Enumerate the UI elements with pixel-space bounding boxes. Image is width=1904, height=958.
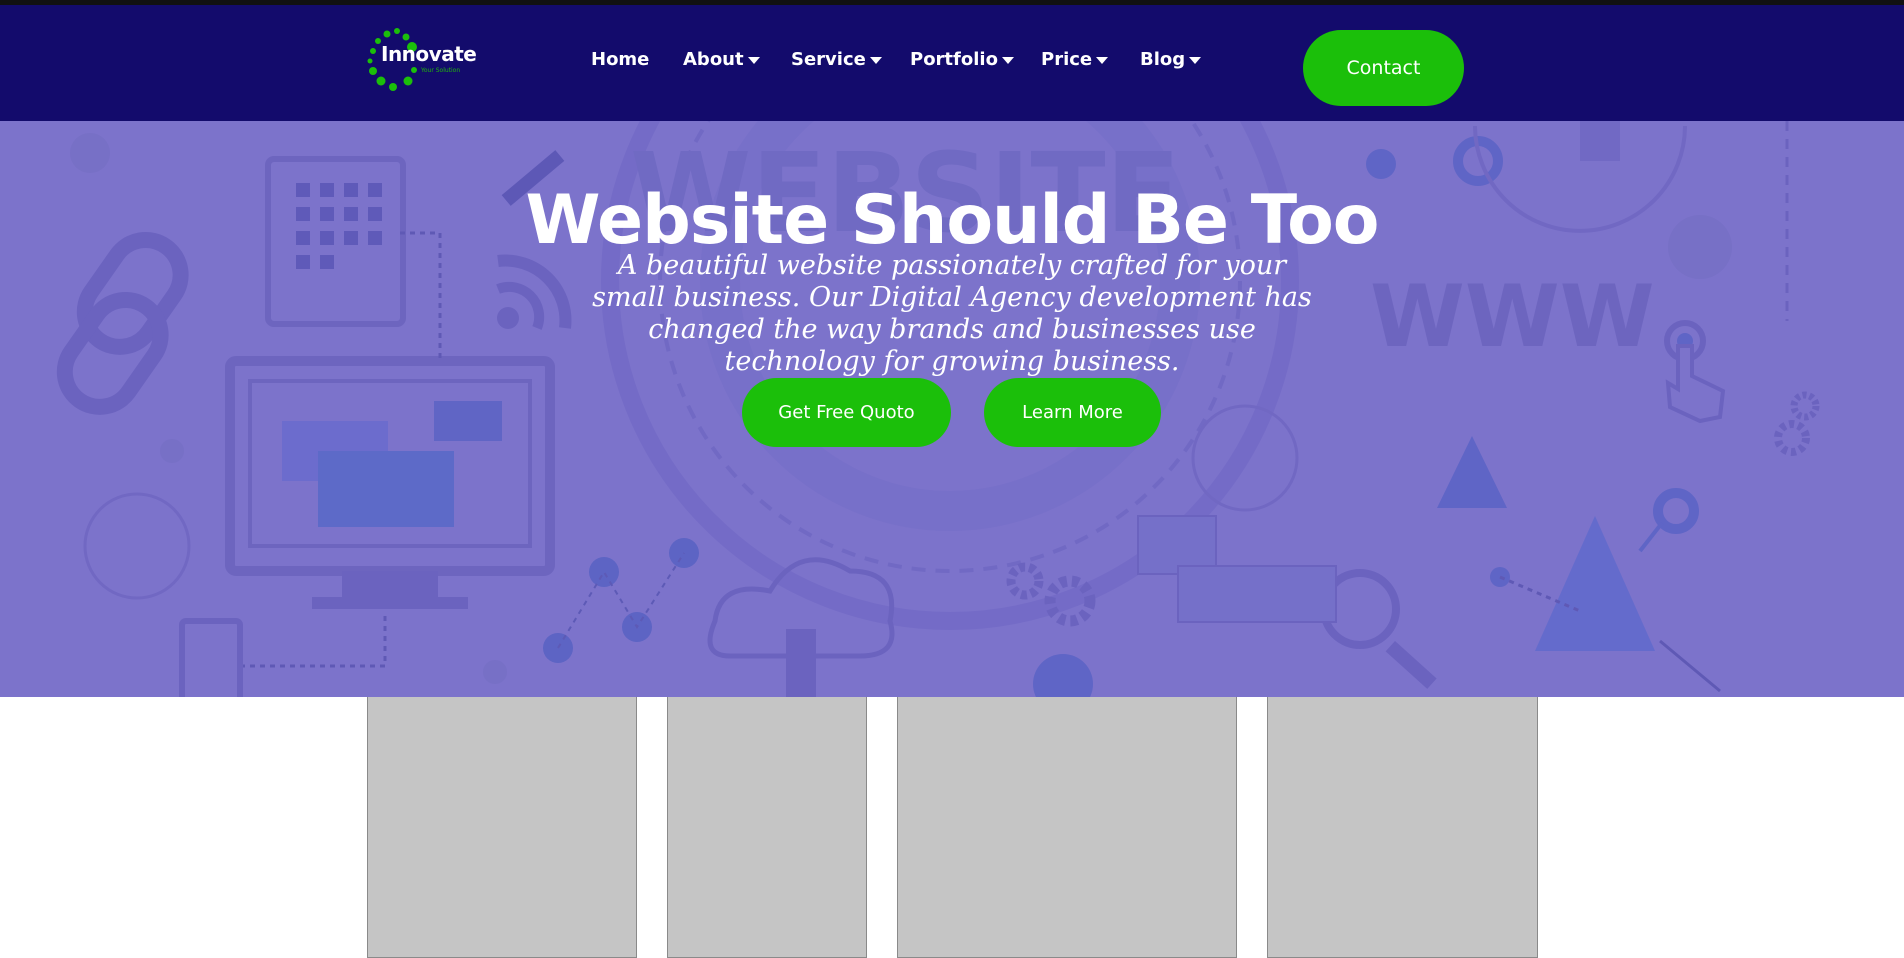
nav-item-label: Service [791, 49, 866, 70]
caret-down-icon [747, 57, 760, 64]
nav-item-label: About [683, 49, 744, 70]
caret-down-icon [869, 57, 882, 64]
contact-button[interactable]: Contact [1303, 30, 1464, 106]
hero-section: WEBSITE WWW Website Should Be Too A beau… [0, 121, 1904, 697]
hero-subtitle: A beautiful website passionately crafted… [592, 250, 1312, 377]
get-free-quote-button[interactable]: Get Free Quoto [742, 378, 951, 447]
logo-tagline: Your Solution [421, 67, 461, 74]
site-header: Innovate Your Solution Home About Servic… [0, 5, 1904, 121]
caret-down-icon [1189, 57, 1202, 64]
card-placeholder[interactable] [367, 697, 637, 958]
hero-title: Website Should Be Too [525, 180, 1379, 260]
nav-item-home[interactable]: Home [591, 49, 649, 70]
nav-item-label: Home [591, 49, 650, 70]
card-placeholder[interactable] [667, 697, 867, 958]
bg-www-word: WWW [1370, 267, 1655, 367]
nav-item-label: Price [1041, 49, 1093, 70]
caret-down-icon [1001, 57, 1014, 64]
nav-item-about[interactable]: About [683, 49, 760, 70]
card-placeholder[interactable] [897, 697, 1237, 958]
nav-item-label: Blog [1140, 49, 1186, 70]
card-placeholder[interactable] [1267, 697, 1538, 958]
nav-item-label: Portfolio [910, 49, 998, 70]
nav-item-blog[interactable]: Blog [1140, 49, 1202, 70]
nav-item-price[interactable]: Price [1041, 49, 1109, 70]
nav-item-service[interactable]: Service [791, 49, 882, 70]
caret-down-icon [1096, 57, 1109, 64]
learn-more-button[interactable]: Learn More [984, 378, 1161, 447]
nav-item-portfolio[interactable]: Portfolio [910, 49, 1014, 70]
logo-name: Innovate [381, 42, 477, 66]
